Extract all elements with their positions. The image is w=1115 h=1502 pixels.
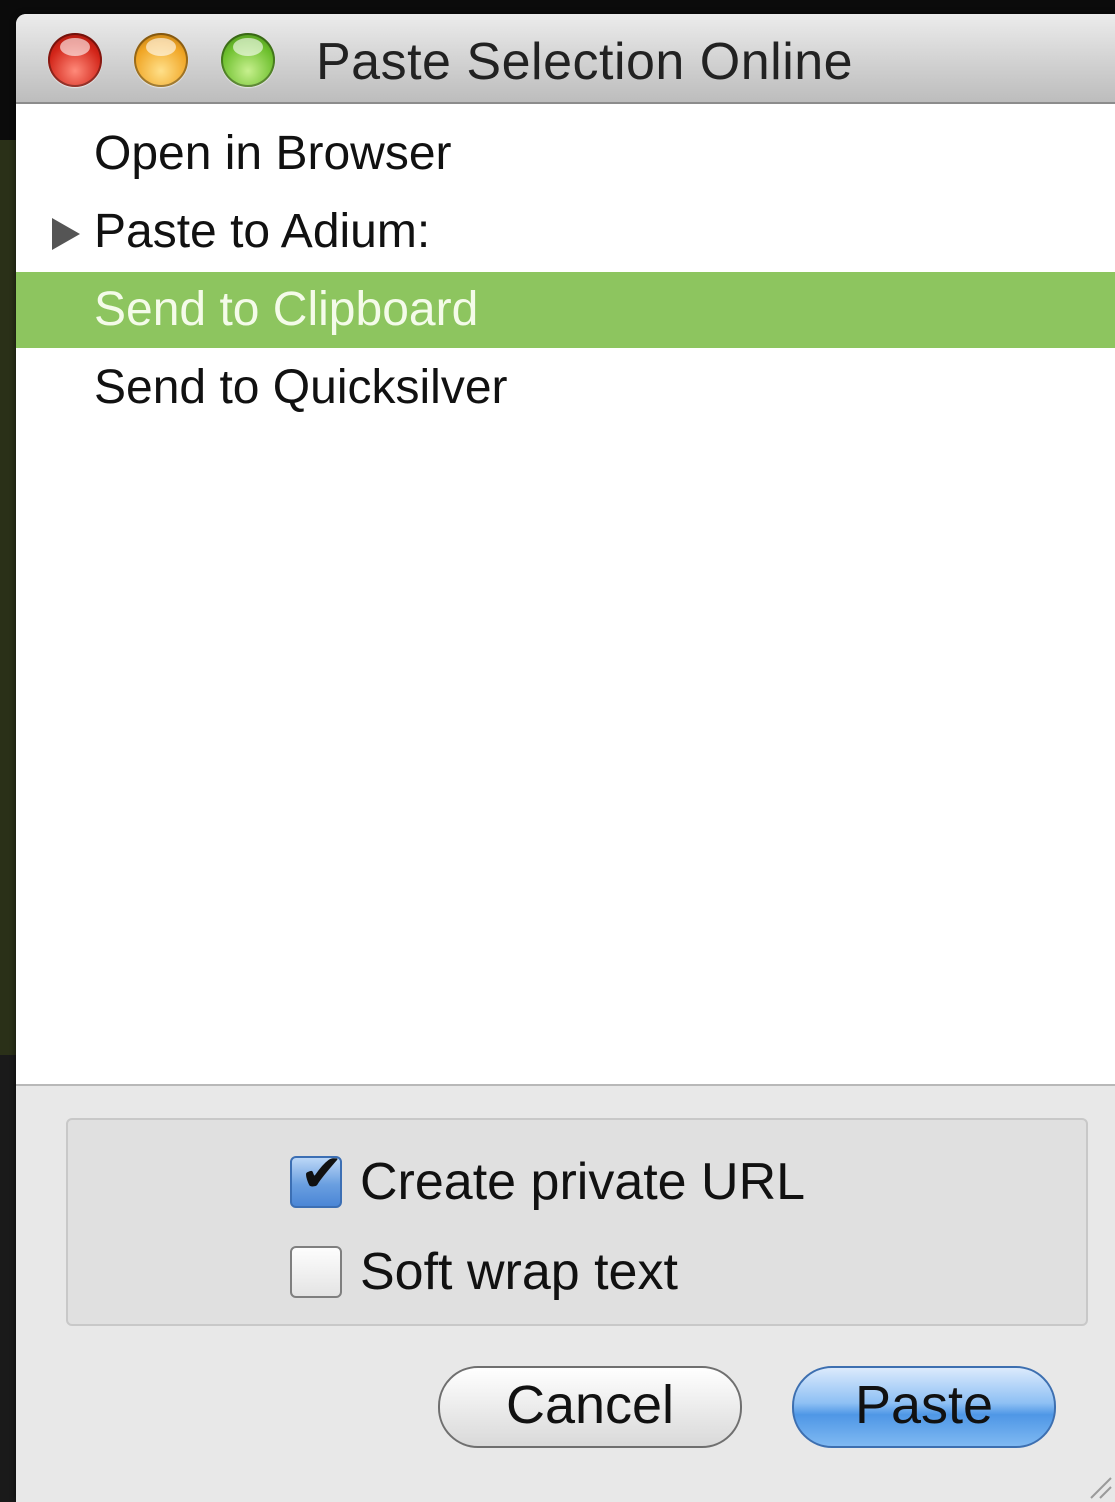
cancel-button[interactable]: Cancel bbox=[438, 1366, 742, 1448]
list-item-label: Paste to Adium: bbox=[94, 205, 431, 258]
create-private-url-label[interactable]: Create private URL bbox=[360, 1152, 805, 1212]
window-title: Paste Selection Online bbox=[316, 33, 854, 91]
disclosure-triangle-icon[interactable] bbox=[52, 218, 80, 250]
paste-button[interactable]: Paste bbox=[792, 1366, 1056, 1448]
paste-selection-dialog: Paste Selection Online Open in Browser P… bbox=[16, 14, 1115, 1502]
checkmark-icon: ✔ bbox=[300, 1145, 344, 1203]
minimize-window-button[interactable] bbox=[134, 33, 188, 87]
background-editor-strip bbox=[0, 140, 16, 1055]
options-group: ✔ Create private URL Soft wrap text bbox=[66, 1118, 1088, 1326]
soft-wrap-text-checkbox[interactable] bbox=[290, 1246, 342, 1298]
list-item-open-in-browser[interactable]: Open in Browser bbox=[16, 116, 1115, 192]
destination-list[interactable]: Open in Browser Paste to Adium: Send to … bbox=[16, 104, 1115, 1086]
list-item-label: Open in Browser bbox=[94, 127, 452, 180]
list-item-paste-to-adium[interactable]: Paste to Adium: bbox=[16, 194, 1115, 270]
close-window-button[interactable] bbox=[48, 33, 102, 87]
resize-grip-icon[interactable] bbox=[1083, 1470, 1113, 1500]
create-private-url-checkbox[interactable]: ✔ bbox=[290, 1148, 344, 1208]
zoom-window-button[interactable] bbox=[221, 33, 275, 87]
list-item-send-to-quicksilver[interactable]: Send to Quicksilver bbox=[16, 350, 1115, 426]
list-item-label: Send to Quicksilver bbox=[94, 361, 508, 414]
soft-wrap-text-label[interactable]: Soft wrap text bbox=[360, 1242, 678, 1302]
background-editor-strip-lower bbox=[0, 1055, 16, 1502]
list-item-send-to-clipboard[interactable]: Send to Clipboard bbox=[16, 272, 1115, 348]
title-bar[interactable]: Paste Selection Online bbox=[16, 14, 1115, 104]
list-item-label: Send to Clipboard bbox=[94, 283, 479, 336]
